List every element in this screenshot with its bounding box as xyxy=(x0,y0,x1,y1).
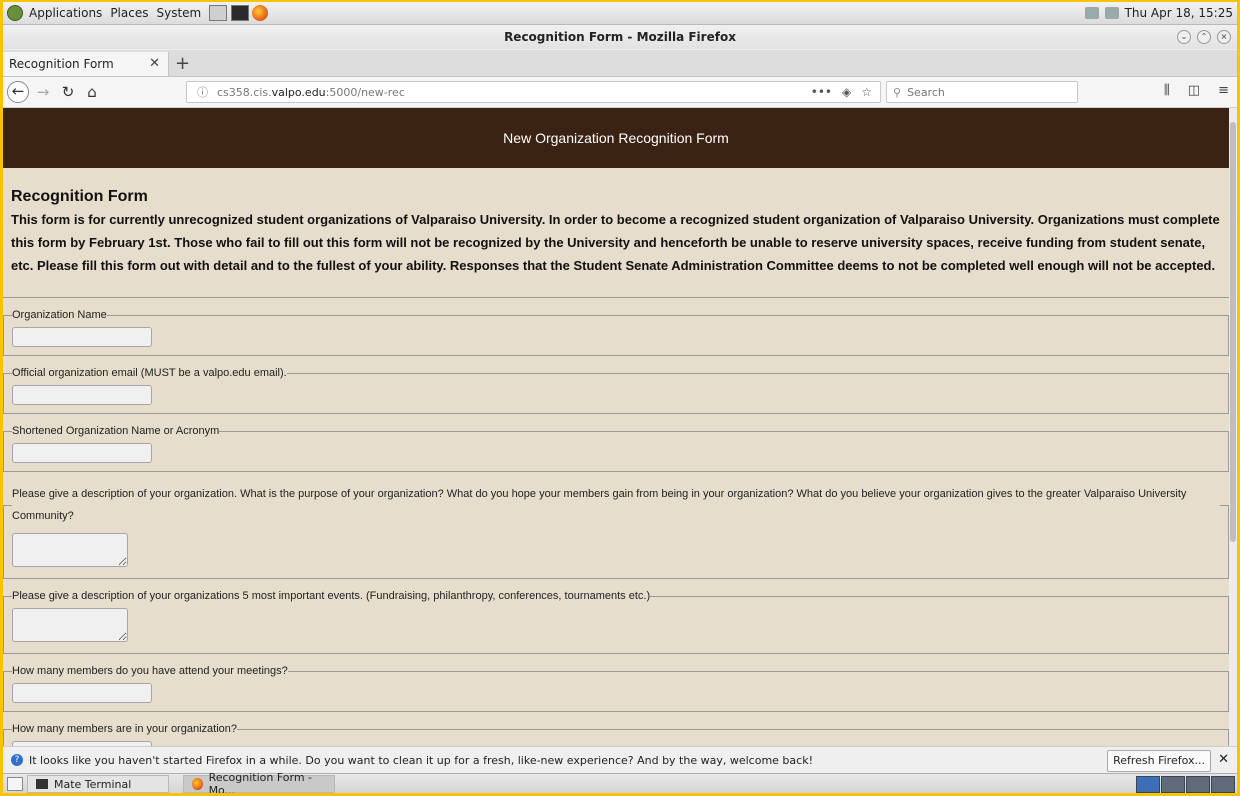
back-icon[interactable]: ← xyxy=(7,81,29,103)
field-label: Please give a description of your organi… xyxy=(12,488,1187,522)
menu-places[interactable]: Places xyxy=(106,6,152,20)
tab-bar: Recognition Form ✕ + xyxy=(3,50,1237,77)
toolbar-right: ⫼ ◫ ≡ xyxy=(1164,83,1229,98)
notification-text: It looks like you haven't started Firefo… xyxy=(29,753,813,767)
menu-applications[interactable]: Applications xyxy=(25,6,106,20)
meeting-attendance-input[interactable] xyxy=(12,683,152,703)
intro-section: Recognition Form This form is for curren… xyxy=(3,168,1229,298)
organization-name-input[interactable] xyxy=(12,327,152,347)
volume-icon[interactable] xyxy=(1084,7,1099,19)
form-title: Recognition Form xyxy=(11,188,148,205)
workspace-4[interactable] xyxy=(1211,776,1235,793)
field-member-count: How many members are in your organizatio… xyxy=(3,723,1229,747)
field-organization-email: Official organization email (MUST be a v… xyxy=(3,367,1229,414)
site-info-icon[interactable]: ⓘ xyxy=(197,84,211,100)
field-organization-name: Organization Name xyxy=(3,309,1229,356)
workspace-2[interactable] xyxy=(1161,776,1185,793)
bookmark-star-icon[interactable]: ☆ xyxy=(861,85,872,99)
menu-system[interactable]: System xyxy=(152,6,205,20)
search-icon: ⚲ xyxy=(893,85,902,99)
notification-close-icon[interactable]: ✕ xyxy=(1218,752,1229,767)
url-text[interactable]: cs358.cis.valpo.edu:5000/new-rec xyxy=(217,86,405,99)
taskbar-item-label: Mate Terminal xyxy=(54,777,132,791)
notification-bar: ? It looks like you haven't started Fire… xyxy=(3,746,1237,773)
new-tab-icon[interactable]: + xyxy=(175,53,190,74)
field-label: How many members do you have attend your… xyxy=(12,665,288,677)
events-description-textarea[interactable] xyxy=(12,608,128,642)
field-acronym: Shortened Organization Name or Acronym xyxy=(3,425,1229,472)
firefox-launcher-icon[interactable] xyxy=(252,5,269,21)
page-actions-menu-icon[interactable]: ••• xyxy=(811,85,832,99)
close-window-icon[interactable]: × xyxy=(1217,30,1231,44)
network-icon[interactable] xyxy=(1104,7,1119,19)
home-icon[interactable]: ⌂ xyxy=(83,82,101,102)
terminal-icon xyxy=(36,779,48,789)
window-titlebar[interactable]: Recognition Form - Mozilla Firefox ⌄ ⌃ × xyxy=(3,25,1237,49)
field-organization-description: Please give a description of your organi… xyxy=(3,483,1229,579)
bottom-taskbar: Mate Terminal Recognition Form - Mo... xyxy=(3,771,1237,793)
page-actions: ••• ◈ ☆ xyxy=(811,85,880,99)
clock[interactable]: Thu Apr 18, 15:25 xyxy=(1125,6,1233,20)
field-label: Shortened Organization Name or Acronym xyxy=(12,425,220,437)
tab-close-icon[interactable]: ✕ xyxy=(149,56,160,71)
workspace-1[interactable] xyxy=(1136,776,1160,793)
maximize-icon[interactable]: ⌃ xyxy=(1197,30,1211,44)
mate-logo-icon[interactable] xyxy=(7,5,23,21)
desktop-frame: Applications Places System Thu Apr 18, 1… xyxy=(3,2,1237,793)
page-header: New Organization Recognition Form xyxy=(3,108,1229,168)
form-description: This form is for currently unrecognized … xyxy=(11,212,1220,273)
text-editor-launcher-icon[interactable] xyxy=(209,5,228,21)
page-content: New Organization Recognition Form Recogn… xyxy=(3,108,1229,747)
library-icon[interactable]: ⫼ xyxy=(1164,83,1170,98)
organization-email-input[interactable] xyxy=(12,385,152,405)
refresh-firefox-button[interactable]: Refresh Firefox... xyxy=(1107,750,1211,772)
tab-label: Recognition Form xyxy=(9,57,114,71)
top-panel: Applications Places System Thu Apr 18, 1… xyxy=(3,2,1237,25)
firefox-icon xyxy=(192,778,203,790)
search-bar[interactable]: ⚲ xyxy=(886,81,1078,103)
field-label: Organization Name xyxy=(12,309,107,321)
panel-tray: Thu Apr 18, 15:25 xyxy=(1084,6,1237,20)
field-label: How many members are in your organizatio… xyxy=(12,723,237,735)
pocket-icon[interactable]: ◈ xyxy=(842,85,851,99)
scrollbar-thumb[interactable] xyxy=(1230,122,1236,542)
navigation-toolbar: ← → ↻ ⌂ ⓘ cs358.cis.valpo.edu:5000/new-r… xyxy=(3,77,1237,108)
taskbar-item-label: Recognition Form - Mo... xyxy=(208,771,313,793)
taskbar-item-terminal[interactable]: Mate Terminal xyxy=(27,775,169,793)
show-desktop-icon[interactable] xyxy=(7,777,23,791)
window-title: Recognition Form - Mozilla Firefox xyxy=(504,30,736,44)
terminal-launcher-icon[interactable] xyxy=(231,5,250,21)
panel-menu: Applications Places System xyxy=(3,2,269,24)
field-label: Please give a description of your organi… xyxy=(12,590,651,602)
workspace-3[interactable] xyxy=(1186,776,1210,793)
tab-recognition-form[interactable]: Recognition Form ✕ xyxy=(3,52,169,76)
search-input[interactable] xyxy=(905,84,1060,100)
page-header-title: New Organization Recognition Form xyxy=(503,130,729,146)
question-icon: ? xyxy=(11,754,23,766)
minimize-icon[interactable]: ⌄ xyxy=(1177,30,1191,44)
taskbar-item-firefox[interactable]: Recognition Form - Mo... xyxy=(183,771,335,793)
field-events-description: Please give a description of your organi… xyxy=(3,590,1229,654)
workspace-switcher xyxy=(1136,776,1235,793)
page-scrollbar[interactable] xyxy=(1229,108,1237,747)
acronym-input[interactable] xyxy=(12,443,152,463)
hamburger-menu-icon[interactable]: ≡ xyxy=(1218,83,1229,98)
url-bar[interactable]: ⓘ cs358.cis.valpo.edu:5000/new-rec ••• ◈… xyxy=(186,81,881,103)
window-controls: ⌄ ⌃ × xyxy=(1177,30,1231,44)
sidebar-icon[interactable]: ◫ xyxy=(1188,83,1200,98)
forward-icon[interactable]: → xyxy=(35,82,51,102)
reload-icon[interactable]: ↻ xyxy=(59,82,77,102)
organization-description-textarea[interactable] xyxy=(12,533,128,567)
field-meeting-attendance: How many members do you have attend your… xyxy=(3,665,1229,712)
field-label: Official organization email (MUST be a v… xyxy=(12,367,287,379)
